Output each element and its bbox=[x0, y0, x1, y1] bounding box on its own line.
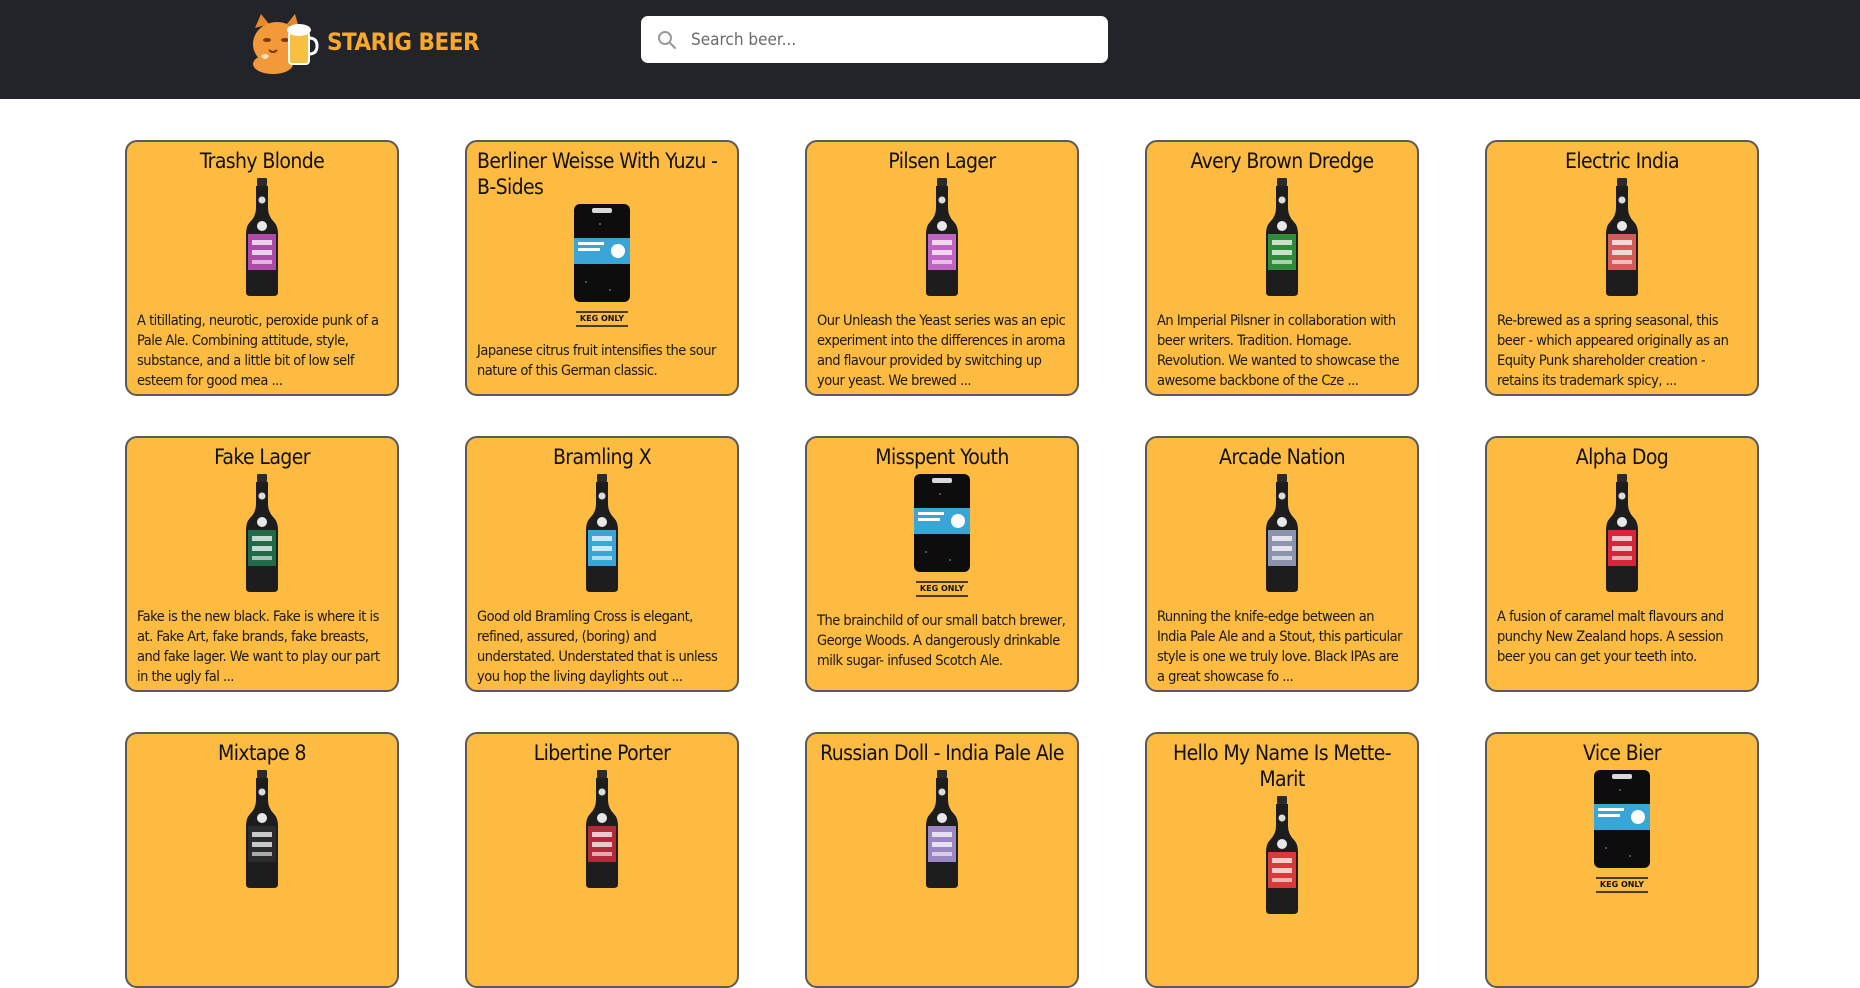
beer-description: A titillating, neurotic, peroxide punk o… bbox=[137, 313, 379, 389]
beer-name: Fake Lager bbox=[214, 445, 310, 469]
keg-only-label: KEG ONLY bbox=[1599, 880, 1645, 889]
beer-bottle-icon bbox=[926, 770, 958, 888]
beer-name: Pilsen Lager bbox=[888, 149, 996, 173]
search-input[interactable] bbox=[689, 28, 1093, 51]
beer-bottle-image bbox=[807, 176, 1077, 303]
beer-bottle-icon bbox=[586, 770, 618, 888]
beer-name: Misspent Youth bbox=[875, 445, 1009, 469]
beer-name: Hello My Name Is Mette-Marit bbox=[1173, 741, 1392, 791]
beer-card[interactable]: Misspent Youth KEG ONLY The brainchild of … bbox=[805, 436, 1079, 692]
beer-name: Avery Brown Dredge bbox=[1190, 149, 1375, 173]
beer-card[interactable]: Alpha Dog A fusion of caramel malt flavou… bbox=[1485, 436, 1759, 692]
beer-name: Electric India bbox=[1565, 149, 1680, 173]
beer-keg-image: KEG ONLY bbox=[1487, 768, 1757, 899]
top-bar: STARIG BEER bbox=[0, 0, 1860, 99]
keg-only-label: KEG ONLY bbox=[579, 314, 625, 323]
search-icon bbox=[658, 30, 676, 49]
beer-card[interactable]: Mixtape 8 bbox=[125, 732, 399, 988]
beer-bottle-image bbox=[467, 768, 737, 895]
beer-card[interactable]: Trashy Blonde A titillating, neurotic, pe… bbox=[125, 140, 399, 396]
beer-name: Russian Doll - India Pale Ale bbox=[820, 741, 1064, 765]
beer-card[interactable]: Fake Lager Fake is the new black. Fake is… bbox=[125, 436, 399, 692]
beer-bottle-icon bbox=[1606, 178, 1638, 296]
beer-bottle-icon bbox=[1606, 474, 1638, 592]
beer-name: Mixtape 8 bbox=[218, 741, 307, 765]
beer-bottle-icon bbox=[586, 474, 618, 592]
beer-card[interactable]: Pilsen Lager Our Unleash the Yeast series… bbox=[805, 140, 1079, 396]
keg-only-label: KEG ONLY bbox=[919, 584, 965, 593]
beer-keg-icon bbox=[914, 474, 970, 597]
beer-description: Re-brewed as a spring seasonal, this bee… bbox=[1497, 313, 1729, 389]
beer-card[interactable]: Electric India Re-brewed as a spring seas… bbox=[1485, 140, 1759, 396]
beer-card[interactable]: Vice Bier KEG ONLY bbox=[1485, 732, 1759, 988]
beer-card[interactable]: Avery Brown Dredge An Imperial Pilsner in… bbox=[1145, 140, 1419, 396]
beer-bottle-image bbox=[1147, 794, 1417, 921]
beer-bottle-image bbox=[1147, 176, 1417, 303]
beer-description: An Imperial Pilsner in collaboration wit… bbox=[1157, 313, 1400, 389]
beer-card[interactable]: Russian Doll - India Pale Ale bbox=[805, 732, 1079, 988]
beer-name: Vice Bier bbox=[1583, 741, 1662, 765]
beer-card[interactable]: Arcade Nation Running the knife-edge betw… bbox=[1145, 436, 1419, 692]
beer-name: Alpha Dog bbox=[1575, 445, 1669, 469]
beer-card[interactable]: Berliner Weisse With Yuzu - B-Sides KEG O… bbox=[465, 140, 739, 396]
beer-description: Fake is the new black. Fake is where it … bbox=[137, 609, 380, 685]
beer-bottle-image bbox=[127, 176, 397, 303]
beer-name: Arcade Nation bbox=[1219, 445, 1346, 469]
beer-card[interactable]: Bramling X Good old Bramling Cross is ele… bbox=[465, 436, 739, 692]
beer-description: Running the knife-edge between an India … bbox=[1157, 609, 1402, 685]
beer-description: A fusion of caramel malt flavours and pu… bbox=[1497, 609, 1724, 665]
beer-bottle-icon bbox=[1266, 796, 1298, 914]
beer-keg-image: KEG ONLY bbox=[807, 472, 1077, 603]
beer-description: Good old Bramling Cross is elegant, refi… bbox=[477, 609, 718, 685]
beer-bottle-icon bbox=[926, 178, 958, 296]
beer-card[interactable]: Hello My Name Is Mette-Marit bbox=[1145, 732, 1419, 988]
beer-bottle-icon bbox=[1266, 474, 1298, 592]
beer-description: Japanese citrus fruit intensifies the so… bbox=[477, 343, 716, 379]
beer-keg-icon bbox=[1594, 770, 1650, 893]
beer-bottle-image bbox=[127, 768, 397, 895]
beer-name: Berliner Weisse With Yuzu - B-Sides bbox=[477, 149, 718, 199]
beer-name: Trashy Blonde bbox=[199, 149, 325, 173]
beer-bottle-image bbox=[1487, 176, 1757, 303]
beer-bottle-icon bbox=[1266, 178, 1298, 296]
beer-keg-image: KEG ONLY bbox=[467, 202, 737, 333]
beer-description: Our Unleash the Yeast series was an epic… bbox=[817, 313, 1066, 389]
beer-bottle-icon bbox=[246, 474, 278, 592]
beer-bottle-image bbox=[1147, 472, 1417, 599]
beer-bottle-image bbox=[1487, 472, 1757, 599]
beer-description: The brainchild of our small batch brewer… bbox=[817, 613, 1066, 669]
beer-name: Bramling X bbox=[552, 445, 652, 469]
beer-bottle-image bbox=[467, 472, 737, 599]
search-box[interactable] bbox=[641, 16, 1108, 63]
brand-logo-link[interactable]: STARIG BEER bbox=[247, 8, 480, 76]
brand-name: STARIG BEER bbox=[327, 28, 480, 56]
beer-name: Libertine Porter bbox=[533, 741, 671, 765]
beer-keg-icon bbox=[574, 204, 630, 327]
beer-card[interactable]: Libertine Porter bbox=[465, 732, 739, 988]
beer-bottle-icon bbox=[246, 178, 278, 296]
cat-beer-logo-icon bbox=[253, 14, 319, 74]
beer-bottle-image bbox=[127, 472, 397, 599]
beer-bottle-icon bbox=[246, 770, 278, 888]
beer-bottle-image bbox=[807, 768, 1077, 895]
